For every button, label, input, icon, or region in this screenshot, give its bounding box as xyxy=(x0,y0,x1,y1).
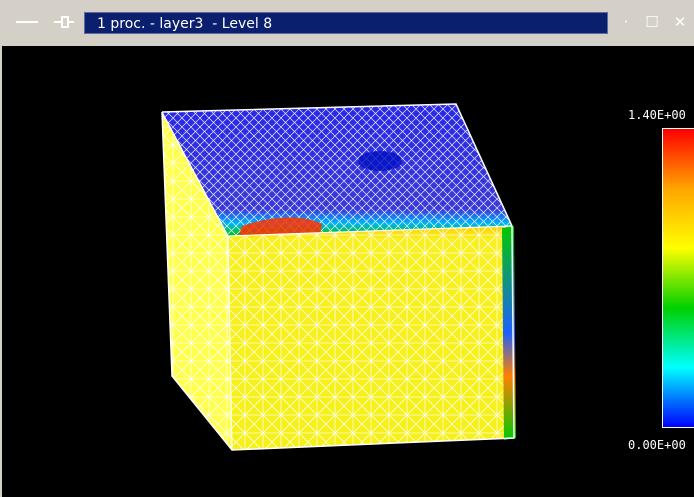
colorbar-max-label: 1.40E+00 xyxy=(628,108,686,122)
render-viewport[interactable]: 1.40E+00 0.00E+00 xyxy=(2,46,694,497)
window-menu-icon[interactable] xyxy=(14,12,40,32)
window-title-bar[interactable]: 1 proc. - layer3 - Level 8 xyxy=(84,12,608,34)
visualization-window: 1 proc. - layer3 - Level 8 · ☐ ✕ 1.40E+0… xyxy=(0,0,694,497)
maximize-button[interactable]: ☐ xyxy=(642,12,662,32)
colorbar xyxy=(662,128,694,428)
mesh-cube-render xyxy=(161,103,516,451)
cube-front-face-mesh xyxy=(228,226,514,450)
close-button[interactable]: ✕ xyxy=(670,12,690,32)
colorbar-min-label: 0.00E+00 xyxy=(628,438,686,452)
window-titlebar[interactable]: 1 proc. - layer3 - Level 8 · ☐ ✕ xyxy=(0,0,694,44)
window-title: 1 proc. - layer3 - Level 8 xyxy=(97,16,273,32)
minimize-button[interactable]: · xyxy=(616,12,636,32)
top-face-dense-region xyxy=(358,151,402,171)
pin-icon[interactable] xyxy=(52,12,76,32)
